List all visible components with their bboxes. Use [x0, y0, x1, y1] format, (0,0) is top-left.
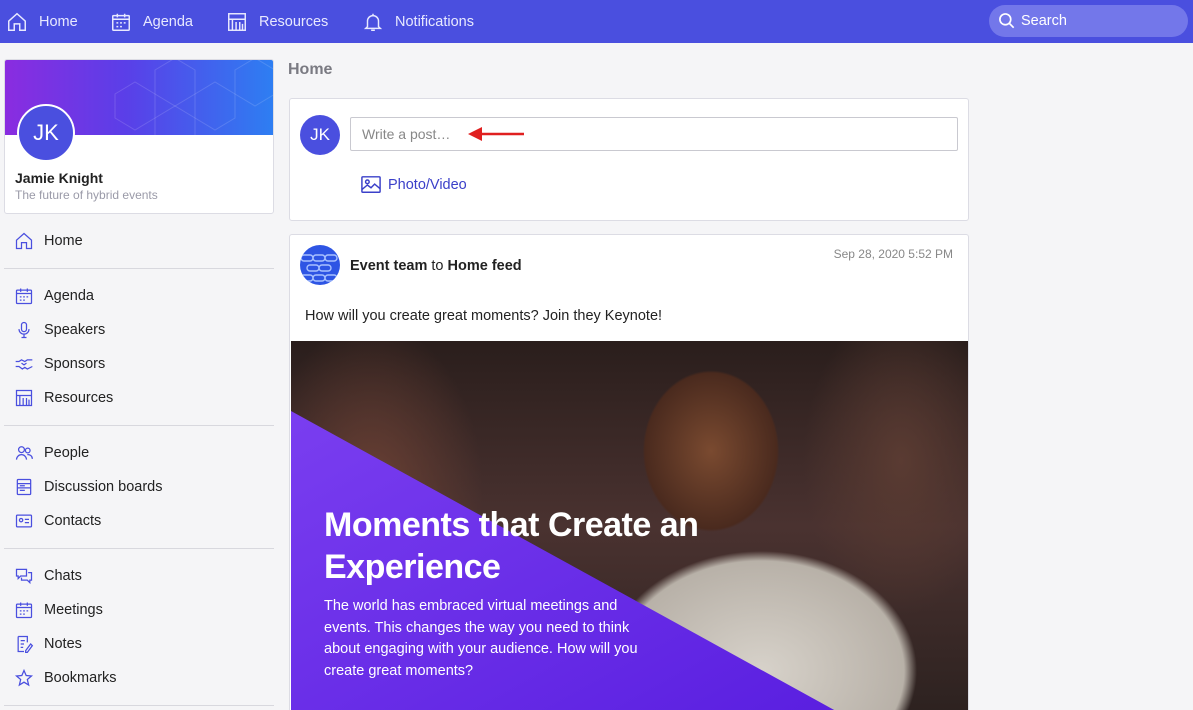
- post-composer: JK Photo/Video: [289, 98, 969, 221]
- resources-icon: [15, 389, 33, 407]
- profile-card[interactable]: JK Jamie Knight The future of hybrid eve…: [4, 59, 274, 214]
- top-navigation-bar: Home Agenda Resources Notifications Sear…: [0, 0, 1193, 43]
- calendar-icon: [15, 288, 33, 305]
- sidebar-item-home[interactable]: Home: [14, 230, 83, 252]
- sidebar-item-label: Home: [44, 233, 83, 249]
- search-box[interactable]: Search: [989, 5, 1188, 37]
- sidebar-item-label: Contacts: [44, 513, 102, 529]
- sidebar-item-label: Chats: [44, 568, 82, 584]
- sidebar-item-label: Bookmarks: [44, 670, 117, 686]
- discussion-board-icon: [16, 478, 32, 496]
- hero-heading: Moments that Create an Experience: [324, 506, 699, 586]
- annotation-arrow-icon: [468, 127, 524, 141]
- notes-icon: [17, 635, 34, 653]
- sidebar-item-bookmarks[interactable]: Bookmarks: [14, 667, 117, 689]
- avatar: JK: [300, 115, 340, 155]
- home-icon: [15, 232, 33, 250]
- sidebar-item-speakers[interactable]: Speakers: [14, 319, 105, 341]
- post-timestamp: Sep 28, 2020 5:52 PM: [833, 247, 953, 261]
- photo-video-label: Photo/Video: [388, 177, 467, 193]
- sidebar-item-meetings[interactable]: Meetings: [14, 599, 103, 621]
- post-text: How will you create great moments? Join …: [305, 308, 663, 324]
- sidebar-item-chats[interactable]: Chats: [14, 565, 82, 587]
- author-avatar[interactable]: [300, 245, 340, 285]
- nav-home[interactable]: Home: [6, 0, 78, 43]
- post-connector: to: [431, 258, 444, 274]
- post-destination-link[interactable]: Home feed: [448, 258, 522, 274]
- page-title: Home: [288, 61, 333, 78]
- sidebar-item-label: Speakers: [44, 322, 106, 338]
- microphone-icon: [18, 321, 30, 339]
- sidebar-item-label: People: [44, 445, 90, 461]
- hero-body: The world has embraced virtual meetings …: [324, 598, 638, 679]
- calendar-icon: [112, 13, 130, 31]
- nav-notifications-label: Notifications: [395, 13, 474, 30]
- search-icon: [999, 13, 1015, 29]
- nav-home-label: Home: [39, 13, 78, 30]
- photo-video-button[interactable]: Photo/Video: [360, 175, 467, 195]
- feed-post: Event team to Home feed Sep 28, 2020 5:5…: [289, 234, 969, 710]
- post-header: Event team to Home feed: [350, 258, 522, 274]
- sidebar-item-label: Resources: [44, 390, 114, 406]
- nav-notifications[interactable]: Notifications: [362, 0, 474, 43]
- search-label: Search: [1021, 13, 1067, 29]
- avatar[interactable]: JK: [17, 104, 75, 162]
- divider: [4, 548, 274, 549]
- people-icon: [15, 446, 33, 460]
- divider: [4, 705, 274, 706]
- profile-tagline: The future of hybrid events: [15, 188, 158, 202]
- nav-agenda[interactable]: Agenda: [110, 0, 193, 43]
- sidebar-item-contacts[interactable]: Contacts: [14, 510, 101, 532]
- divider: [4, 425, 274, 426]
- nav-resources-label: Resources: [259, 13, 329, 30]
- chain-pattern-icon: [300, 254, 338, 282]
- sidebar-item-resources[interactable]: Resources: [14, 387, 113, 409]
- sidebar-item-notes[interactable]: Notes: [14, 633, 82, 655]
- sidebar-item-discussion-boards[interactable]: Discussion boards: [14, 476, 162, 498]
- sidebar-item-sponsors[interactable]: Sponsors: [14, 353, 105, 375]
- write-post-input[interactable]: [350, 117, 958, 151]
- calendar-icon: [15, 602, 33, 619]
- post-author-link[interactable]: Event team: [350, 258, 427, 274]
- sidebar-item-label: Meetings: [44, 602, 103, 618]
- divider: [4, 268, 274, 269]
- home-icon: [8, 12, 26, 31]
- star-icon: [14, 668, 34, 687]
- bell-icon: [363, 13, 383, 31]
- nav-agenda-label: Agenda: [143, 13, 193, 30]
- sidebar-item-label: Notes: [44, 636, 82, 652]
- chat-icon: [15, 568, 33, 585]
- resources-icon: [228, 12, 246, 31]
- nav-resources[interactable]: Resources: [226, 0, 328, 43]
- handshake-icon: [15, 359, 33, 370]
- post-hero-image[interactable]: Moments that Create an Experience The wo…: [291, 341, 968, 710]
- sidebar-item-label: Discussion boards: [44, 479, 163, 495]
- image-icon: [361, 176, 381, 193]
- profile-name: Jamie Knight: [15, 170, 103, 186]
- contact-card-icon: [15, 514, 33, 528]
- sidebar-item-agenda[interactable]: Agenda: [14, 285, 94, 307]
- sidebar-item-people[interactable]: People: [14, 442, 89, 464]
- sidebar-item-label: Sponsors: [44, 356, 106, 372]
- sidebar-item-label: Agenda: [44, 288, 94, 304]
